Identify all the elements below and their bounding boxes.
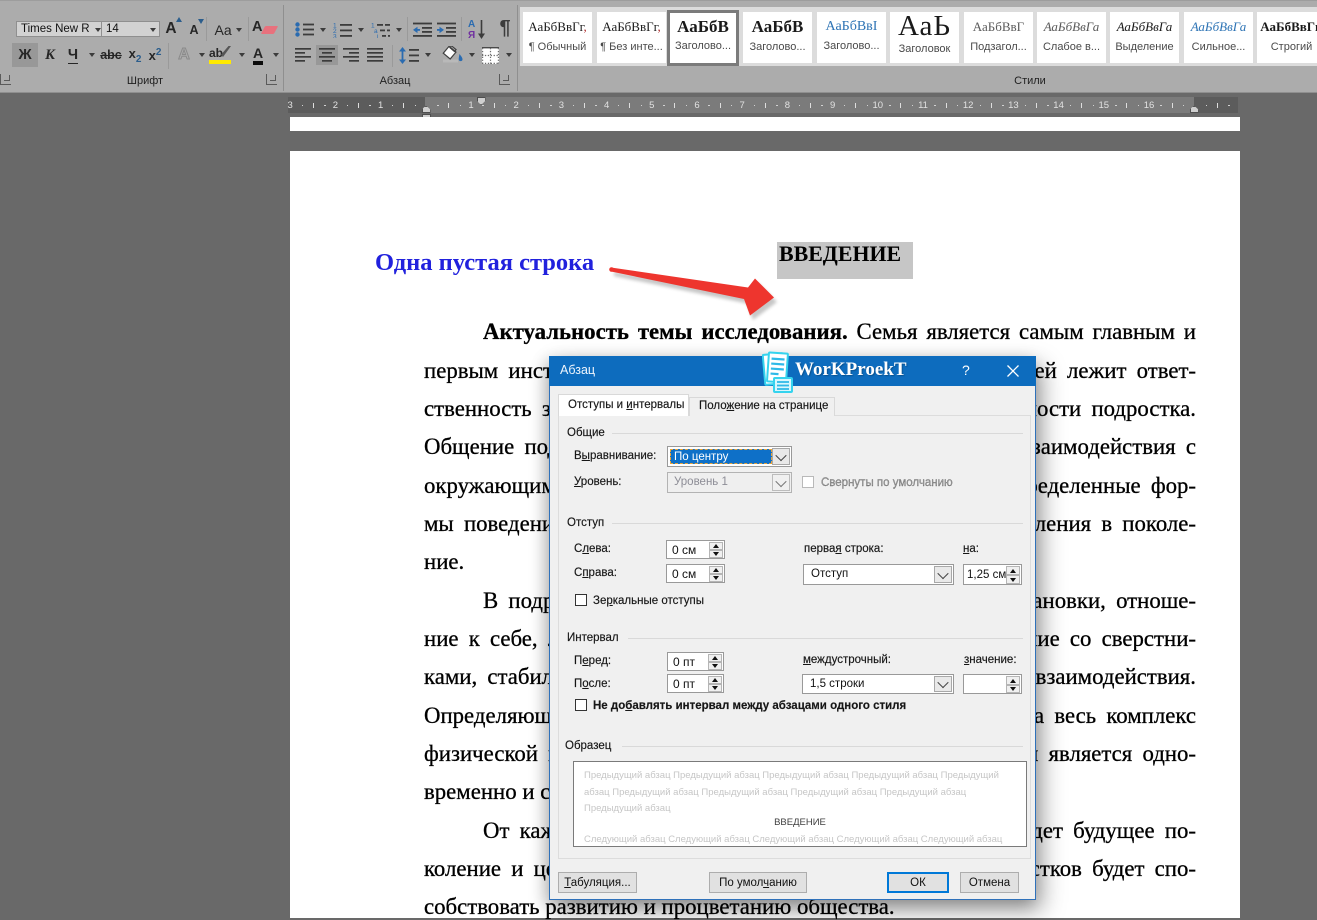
svg-text:Я: Я — [468, 30, 475, 40]
svg-text:А: А — [468, 19, 475, 30]
svg-text:i: i — [377, 33, 378, 38]
svg-text:3: 3 — [333, 33, 337, 38]
